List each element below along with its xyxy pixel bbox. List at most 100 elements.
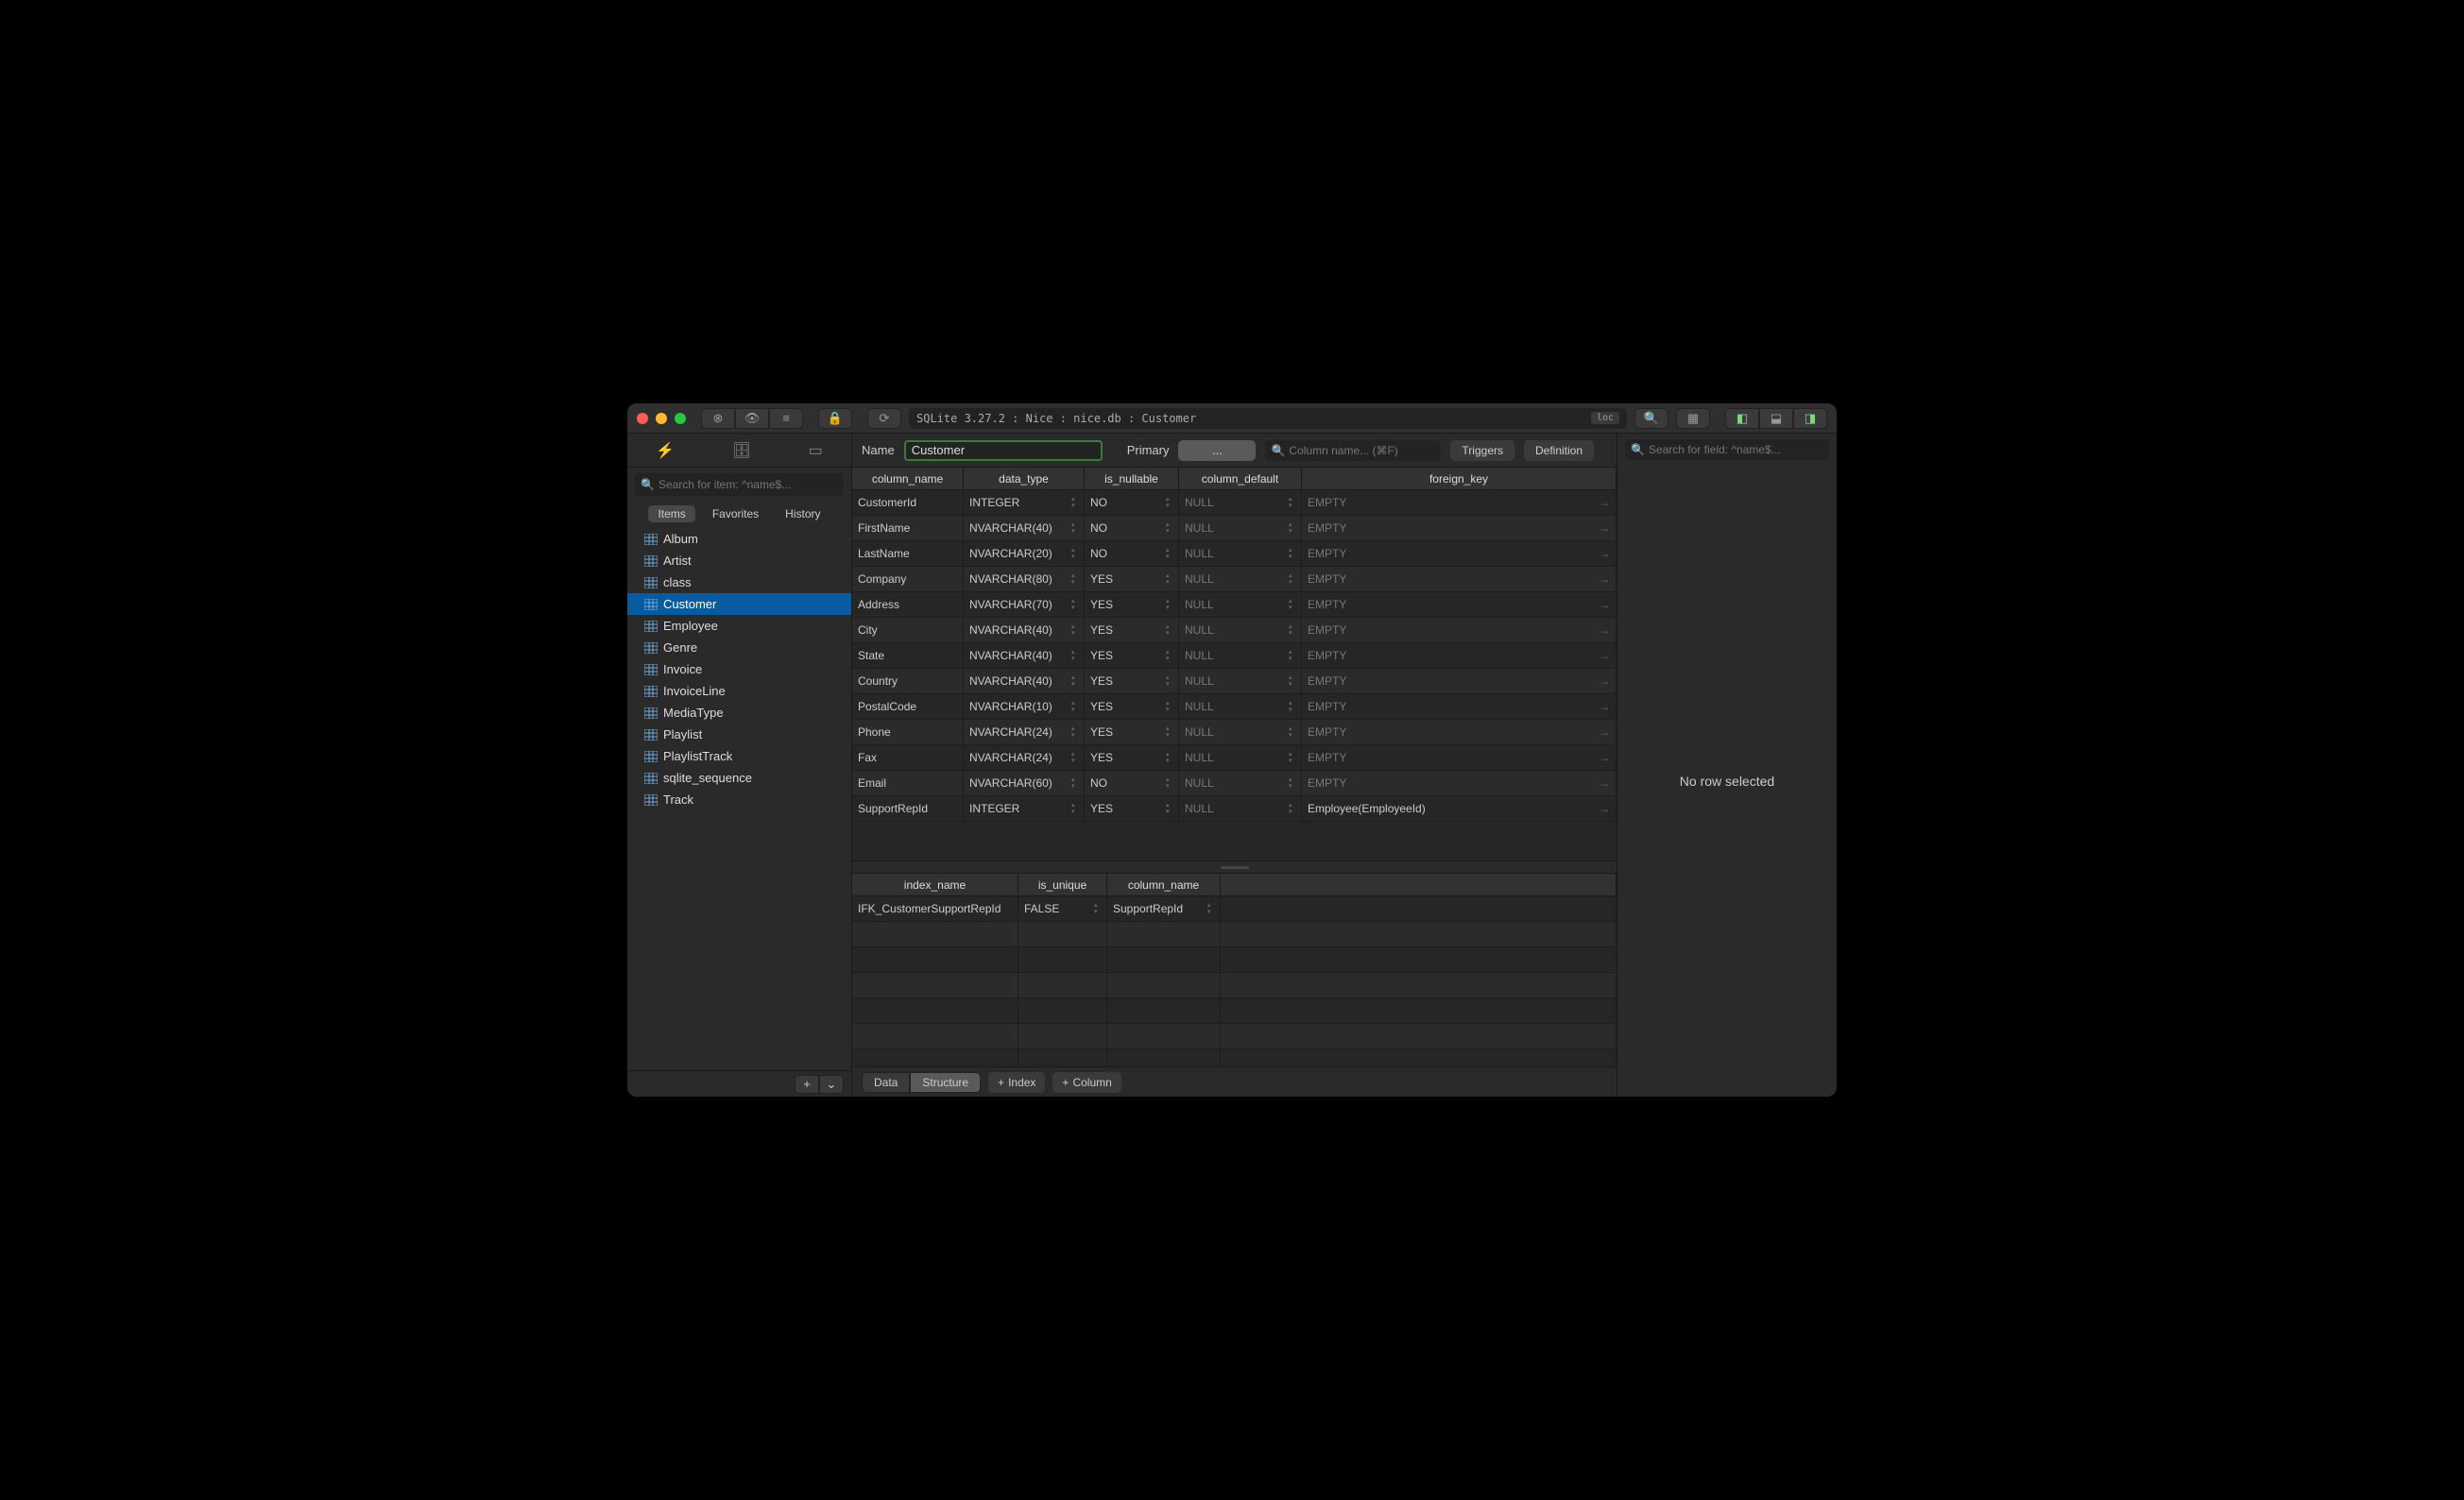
cell-is-nullable[interactable]: YES▴▾ — [1085, 567, 1179, 591]
tab-history[interactable]: History — [776, 505, 830, 522]
arrow-right-icon[interactable]: → — [1599, 623, 1610, 637]
stepper-icon[interactable]: ▴▾ — [1289, 597, 1298, 612]
cell-is-nullable[interactable]: YES▴▾ — [1085, 694, 1179, 719]
stepper-icon[interactable]: ▴▾ — [1289, 546, 1298, 561]
cell-data-type[interactable]: NVARCHAR(24)▴▾ — [964, 720, 1085, 744]
cell-column-default[interactable]: NULL▴▾ — [1179, 771, 1302, 795]
cell-is-nullable[interactable]: YES▴▾ — [1085, 745, 1179, 770]
cell-is-nullable[interactable]: NO▴▾ — [1085, 516, 1179, 540]
sidebar-item[interactable]: Employee — [627, 615, 851, 637]
stepper-icon[interactable]: ▴▾ — [1289, 776, 1298, 791]
cell-data-type[interactable]: NVARCHAR(40)▴▾ — [964, 516, 1085, 540]
table-row[interactable]: SupportRepIdINTEGER▴▾YES▴▾NULL▴▾Employee… — [852, 796, 1617, 822]
cell-foreign-key[interactable]: EMPTY→ — [1302, 567, 1617, 591]
cell-column-name[interactable]: Company — [852, 567, 964, 591]
field-search[interactable]: 🔍 — [1625, 439, 1829, 460]
table-row[interactable]: CityNVARCHAR(40)▴▾YES▴▾NULL▴▾EMPTY→ — [852, 618, 1617, 643]
sidebar-item[interactable]: class — [627, 571, 851, 593]
table-row[interactable]: CountryNVARCHAR(40)▴▾YES▴▾NULL▴▾EMPTY→ — [852, 669, 1617, 694]
stepper-icon[interactable]: ▴▾ — [1166, 622, 1175, 638]
stepper-icon[interactable]: ▴▾ — [1071, 597, 1081, 612]
stepper-icon[interactable]: ▴▾ — [1289, 699, 1298, 714]
table-row[interactable]: CompanyNVARCHAR(80)▴▾YES▴▾NULL▴▾EMPTY→ — [852, 567, 1617, 592]
cell-column-name[interactable]: City — [852, 618, 964, 642]
panel-bottom-icon[interactable]: ⬓ — [1759, 408, 1793, 429]
arrow-right-icon[interactable]: → — [1599, 547, 1610, 560]
arrow-right-icon[interactable]: → — [1599, 700, 1610, 713]
cell-column-default[interactable]: NULL▴▾ — [1179, 490, 1302, 515]
stepper-icon[interactable]: ▴▾ — [1166, 801, 1175, 816]
cell-data-type[interactable]: NVARCHAR(24)▴▾ — [964, 745, 1085, 770]
search-icon[interactable]: 🔍 — [1634, 408, 1668, 429]
eye-icon[interactable]: 👁 — [735, 408, 769, 429]
grid-icon[interactable]: ▦ — [1676, 408, 1710, 429]
sidebar-item[interactable]: sqlite_sequence — [627, 767, 851, 789]
sidebar-item[interactable]: Artist — [627, 550, 851, 571]
cell-foreign-key[interactable]: EMPTY→ — [1302, 592, 1617, 617]
cell-foreign-key[interactable]: EMPTY→ — [1302, 669, 1617, 693]
list-icon[interactable]: ≡ — [769, 408, 803, 429]
stepper-icon[interactable]: ▴▾ — [1071, 520, 1081, 536]
stepper-icon[interactable]: ▴▾ — [1166, 699, 1175, 714]
table-name-input[interactable] — [904, 440, 1103, 461]
close-button[interactable] — [637, 413, 648, 424]
sidebar-item[interactable]: Genre — [627, 637, 851, 658]
stepper-icon[interactable]: ▴▾ — [1289, 495, 1298, 510]
cell-column-default[interactable]: NULL▴▾ — [1179, 567, 1302, 591]
cell-foreign-key[interactable]: EMPTY→ — [1302, 745, 1617, 770]
cell-foreign-key[interactable]: EMPTY→ — [1302, 694, 1617, 719]
tab-favorites[interactable]: Favorites — [703, 505, 768, 522]
cell-column-name[interactable]: Email — [852, 771, 964, 795]
arrow-right-icon[interactable]: → — [1599, 649, 1610, 662]
stepper-icon[interactable]: ▴▾ — [1289, 724, 1298, 740]
field-search-input[interactable] — [1649, 443, 1823, 456]
cell-column-name[interactable]: Phone — [852, 720, 964, 744]
sidebar-item[interactable]: InvoiceLine — [627, 680, 851, 702]
cell-column-name[interactable]: SupportRepId▴▾ — [1107, 896, 1221, 921]
stepper-icon[interactable]: ▴▾ — [1166, 520, 1175, 536]
stepper-icon[interactable]: ▴▾ — [1094, 901, 1104, 916]
cell-column-name[interactable]: CustomerId — [852, 490, 964, 515]
cell-is-nullable[interactable]: YES▴▾ — [1085, 618, 1179, 642]
database-icon[interactable]: 🗄 — [732, 441, 751, 460]
sidebar-item[interactable]: Customer — [627, 593, 851, 615]
cell-column-name[interactable]: Address — [852, 592, 964, 617]
header-index-name[interactable]: index_name — [852, 874, 1018, 895]
plug-icon[interactable]: ⚡ — [656, 441, 675, 460]
stepper-icon[interactable]: ▴▾ — [1166, 750, 1175, 765]
stepper-icon[interactable]: ▴▾ — [1071, 699, 1081, 714]
cell-index-name[interactable]: IFK_CustomerSupportRepId — [852, 896, 1018, 921]
sidebar-search[interactable]: 🔍 — [635, 473, 844, 496]
arrow-right-icon[interactable]: → — [1599, 725, 1610, 739]
primary-key-button[interactable]: ... — [1178, 440, 1256, 461]
table-row[interactable]: FaxNVARCHAR(24)▴▾YES▴▾NULL▴▾EMPTY→ — [852, 745, 1617, 771]
maximize-button[interactable] — [675, 413, 686, 424]
arrow-right-icon[interactable]: → — [1599, 521, 1610, 535]
header-column-name[interactable]: column_name — [1107, 874, 1221, 895]
column-search-input[interactable] — [1289, 444, 1435, 457]
cell-data-type[interactable]: NVARCHAR(20)▴▾ — [964, 541, 1085, 566]
cell-is-nullable[interactable]: YES▴▾ — [1085, 669, 1179, 693]
sidebar-item[interactable]: Invoice — [627, 658, 851, 680]
cell-column-name[interactable]: FirstName — [852, 516, 964, 540]
sidebar-item[interactable]: Track — [627, 789, 851, 810]
arrow-right-icon[interactable]: → — [1599, 572, 1610, 586]
cell-column-default[interactable]: NULL▴▾ — [1179, 745, 1302, 770]
stepper-icon[interactable]: ▴▾ — [1289, 648, 1298, 663]
sidebar-item[interactable]: MediaType — [627, 702, 851, 724]
stepper-icon[interactable]: ▴▾ — [1289, 571, 1298, 587]
column-search[interactable]: 🔍 — [1265, 440, 1441, 461]
cell-is-nullable[interactable]: YES▴▾ — [1085, 643, 1179, 668]
stepper-icon[interactable]: ▴▾ — [1289, 750, 1298, 765]
table-row[interactable]: AddressNVARCHAR(70)▴▾YES▴▾NULL▴▾EMPTY→ — [852, 592, 1617, 618]
stepper-icon[interactable]: ▴▾ — [1166, 571, 1175, 587]
stepper-icon[interactable]: ▴▾ — [1071, 750, 1081, 765]
data-tab[interactable]: Data — [862, 1072, 910, 1093]
table-row[interactable]: PostalCodeNVARCHAR(10)▴▾YES▴▾NULL▴▾EMPTY… — [852, 694, 1617, 720]
cell-foreign-key[interactable]: EMPTY→ — [1302, 771, 1617, 795]
table-row[interactable]: EmailNVARCHAR(60)▴▾NO▴▾NULL▴▾EMPTY→ — [852, 771, 1617, 796]
cell-foreign-key[interactable]: EMPTY→ — [1302, 541, 1617, 566]
stepper-icon[interactable]: ▴▾ — [1289, 673, 1298, 689]
arrow-right-icon[interactable]: → — [1599, 751, 1610, 764]
item-menu-button[interactable]: ⌄ — [819, 1075, 844, 1094]
